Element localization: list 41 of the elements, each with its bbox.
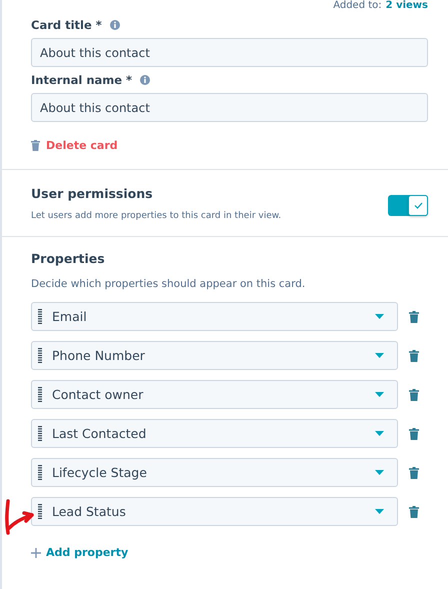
section-title: User permissions [31, 186, 154, 201]
trash-icon[interactable] [409, 388, 419, 400]
drag-handle-icon[interactable] [38, 504, 42, 520]
caret-icon [375, 392, 384, 397]
caret-icon [375, 431, 384, 436]
property-dropdown[interactable]: Phone Number [31, 341, 398, 370]
trash-icon[interactable] [409, 466, 419, 478]
property-dropdown[interactable]: Last Contacted [31, 419, 398, 448]
info-icon[interactable] [110, 20, 120, 30]
property-dropdown[interactable]: Lead Status [31, 497, 398, 526]
text-field[interactable]: About this contact [31, 93, 428, 122]
drag-handle-icon[interactable] [38, 348, 42, 364]
drag-handle-icon[interactable] [38, 386, 42, 402]
drag-handle-icon[interactable] [38, 308, 42, 324]
trash-icon[interactable] [409, 428, 419, 440]
views-link[interactable]: 2 views [386, 0, 428, 12]
caret-icon [375, 314, 384, 319]
section-description: Decide which properties should appear on this card. [31, 278, 306, 290]
plus-icon [31, 548, 41, 558]
drag-handle-icon[interactable] [38, 464, 42, 480]
added-to-label: Added to: [333, 0, 382, 12]
property-dropdown[interactable]: Contact owner [31, 380, 398, 409]
caret-icon [375, 470, 384, 475]
check-icon [414, 202, 422, 209]
text-field[interactable]: About this contact [31, 38, 428, 67]
field-label: Card title * [31, 18, 102, 32]
add-property-button[interactable]: Add property [31, 546, 128, 559]
field-label: Internal name * [31, 73, 132, 87]
trash-icon[interactable] [409, 350, 419, 362]
drag-handle-icon[interactable] [38, 426, 42, 442]
trash-icon[interactable] [409, 506, 419, 518]
caret-icon [375, 353, 384, 358]
info-icon[interactable] [140, 75, 150, 85]
caret-icon [375, 509, 384, 514]
trash-icon [31, 140, 40, 150]
property-dropdown[interactable]: Lifecycle Stage [31, 458, 398, 487]
section-title: Properties [31, 251, 106, 266]
trash-icon[interactable] [409, 310, 419, 322]
property-dropdown[interactable]: Email [31, 302, 398, 331]
section-description: Let users add more properties to this card in their view. [31, 211, 282, 221]
toggle-switch[interactable] [388, 195, 428, 216]
